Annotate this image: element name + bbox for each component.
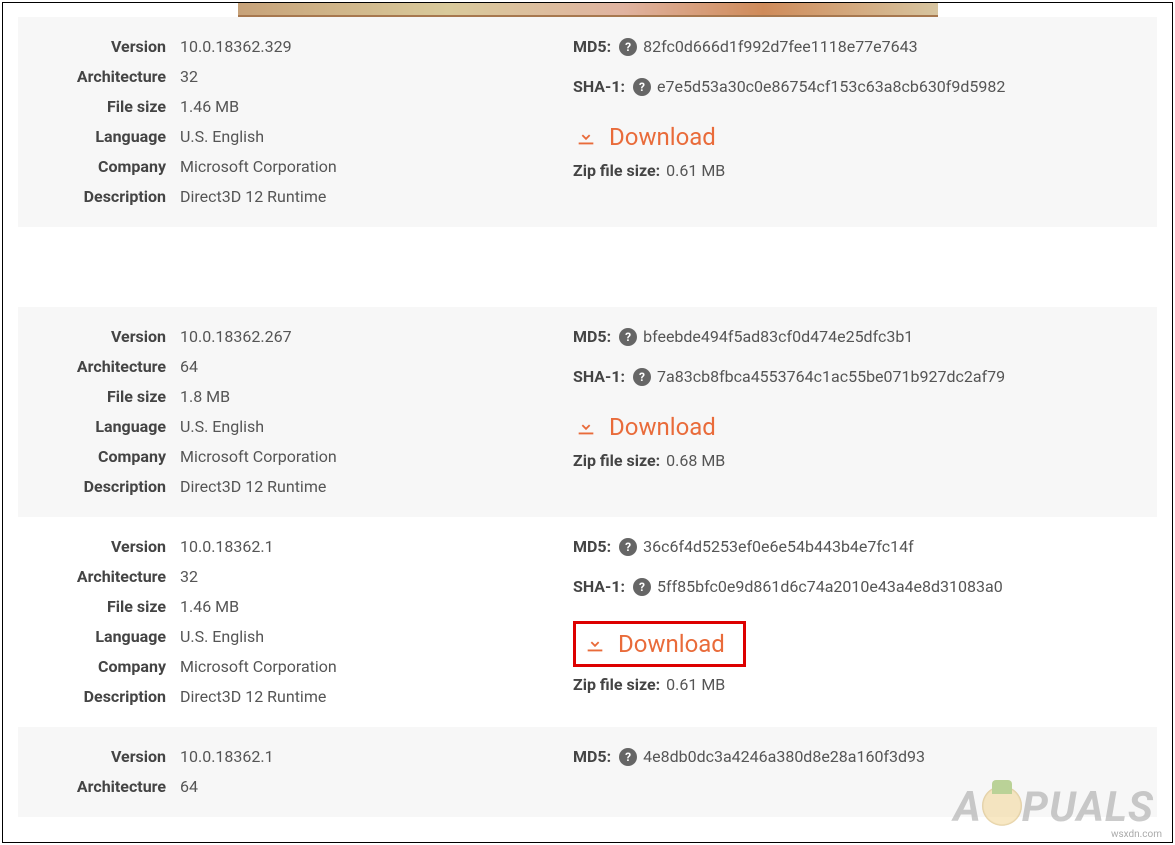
value-zipsize: 0.61 MB (666, 675, 725, 694)
value-filesize: 1.46 MB (180, 95, 239, 119)
label-md5: MD5: (573, 325, 617, 349)
value-version: 10.0.18362.1 (180, 535, 274, 559)
help-icon[interactable]: ? (633, 78, 651, 96)
value-language: U.S. English (180, 625, 264, 649)
label-zipsize: Zip file size: (573, 675, 660, 694)
label-architecture: Architecture (18, 565, 180, 589)
entry-right-hashes: MD5:? 82fc0d666d1f992d7fee1118e77e7643 SH… (563, 27, 1157, 217)
download-text: Download (618, 630, 725, 658)
help-icon[interactable]: ? (633, 368, 651, 386)
value-version: 10.0.18362.1 (180, 745, 274, 769)
label-zipsize: Zip file size: (573, 451, 660, 470)
download-icon (575, 416, 597, 438)
entry-left-details: Version10.0.18362.329 Architecture32 Fil… (18, 27, 563, 217)
download-text: Download (609, 123, 716, 151)
download-icon (575, 126, 597, 148)
label-sha1: SHA-1: (573, 365, 631, 389)
label-language: Language (18, 415, 180, 439)
value-company: Microsoft Corporation (180, 655, 337, 679)
value-architecture: 64 (180, 355, 198, 379)
value-sha1: 5ff85bfc0e9d861d6c74a2010e43a4e8d31083a0 (657, 575, 1003, 599)
source-caption: wsxdn.com (1111, 829, 1162, 840)
label-filesize: File size (18, 595, 180, 619)
label-sha1: SHA-1: (573, 575, 631, 599)
label-architecture: Architecture (18, 65, 180, 89)
download-link[interactable]: Download (573, 411, 728, 443)
label-sha1: SHA-1: (573, 75, 631, 99)
value-zipsize: 0.68 MB (666, 451, 725, 470)
value-description: Direct3D 12 Runtime (180, 475, 326, 499)
label-version: Version (18, 35, 180, 59)
entry-left-details: Version10.0.18362.1 Architecture32 File … (18, 527, 563, 717)
separator-gap (18, 227, 1157, 307)
label-company: Company (18, 655, 180, 679)
label-filesize: File size (18, 385, 180, 409)
value-language: U.S. English (180, 125, 264, 149)
value-filesize: 1.46 MB (180, 595, 239, 619)
help-icon[interactable]: ? (619, 748, 637, 766)
label-md5: MD5: (573, 745, 617, 769)
file-entries-list: Version10.0.18362.329 Architecture32 Fil… (18, 17, 1157, 817)
value-version: 10.0.18362.267 (180, 325, 292, 349)
label-language: Language (18, 625, 180, 649)
value-md5: 82fc0d666d1f992d7fee1118e77e7643 (643, 35, 918, 59)
download-link-highlighted[interactable]: Download (573, 621, 746, 667)
download-text: Download (609, 413, 716, 441)
watermark-logo: APUALS (953, 783, 1154, 832)
label-version: Version (18, 745, 180, 769)
label-zipsize: Zip file size: (573, 161, 660, 180)
value-md5: 4e8db0dc3a4246a380d8e28a160f3d93 (643, 745, 925, 769)
label-language: Language (18, 125, 180, 149)
label-description: Description (18, 475, 180, 499)
label-description: Description (18, 685, 180, 709)
download-link[interactable]: Download (573, 121, 728, 153)
top-ad-strip (238, 3, 938, 17)
value-md5: 36c6f4d5253ef0e6e54b443b4e7fc14f (643, 535, 914, 559)
entry-left-details: Version10.0.18362.1 Architecture64 (18, 737, 563, 807)
value-description: Direct3D 12 Runtime (180, 185, 326, 209)
mascot-icon (980, 786, 1024, 830)
value-architecture: 64 (180, 775, 198, 799)
file-entry: Version10.0.18362.1 Architecture32 File … (18, 517, 1157, 727)
value-description: Direct3D 12 Runtime (180, 685, 326, 709)
value-architecture: 32 (180, 65, 198, 89)
label-company: Company (18, 445, 180, 469)
label-architecture: Architecture (18, 355, 180, 379)
file-entry: Version10.0.18362.267 Architecture64 Fil… (18, 307, 1157, 517)
label-md5: MD5: (573, 35, 617, 59)
value-language: U.S. English (180, 415, 264, 439)
value-sha1: 7a83cb8fbca4553764c1ac55be071b927dc2af79 (657, 365, 1005, 389)
value-architecture: 32 (180, 565, 198, 589)
value-md5: bfeebde494f5ad83cf0d474e25dfc3b1 (643, 325, 913, 349)
help-icon[interactable]: ? (619, 538, 637, 556)
label-version: Version (18, 535, 180, 559)
download-icon (584, 633, 606, 655)
label-description: Description (18, 185, 180, 209)
help-icon[interactable]: ? (633, 578, 651, 596)
value-filesize: 1.8 MB (180, 385, 230, 409)
label-md5: MD5: (573, 535, 617, 559)
label-architecture: Architecture (18, 775, 180, 799)
entry-right-hashes: MD5:? 36c6f4d5253ef0e6e54b443b4e7fc14f SH… (563, 527, 1157, 717)
value-company: Microsoft Corporation (180, 445, 337, 469)
value-zipsize: 0.61 MB (666, 161, 725, 180)
value-company: Microsoft Corporation (180, 155, 337, 179)
file-entry: Version10.0.18362.329 Architecture32 Fil… (18, 17, 1157, 227)
value-version: 10.0.18362.329 (180, 35, 292, 59)
help-icon[interactable]: ? (619, 328, 637, 346)
value-sha1: e7e5d53a30c0e86754cf153c63a8cb630f9d5982 (657, 75, 1005, 99)
entry-right-hashes: MD5:? bfeebde494f5ad83cf0d474e25dfc3b1 SH… (563, 317, 1157, 507)
help-icon[interactable]: ? (619, 38, 637, 56)
entry-left-details: Version10.0.18362.267 Architecture64 Fil… (18, 317, 563, 507)
label-filesize: File size (18, 95, 180, 119)
label-version: Version (18, 325, 180, 349)
label-company: Company (18, 155, 180, 179)
